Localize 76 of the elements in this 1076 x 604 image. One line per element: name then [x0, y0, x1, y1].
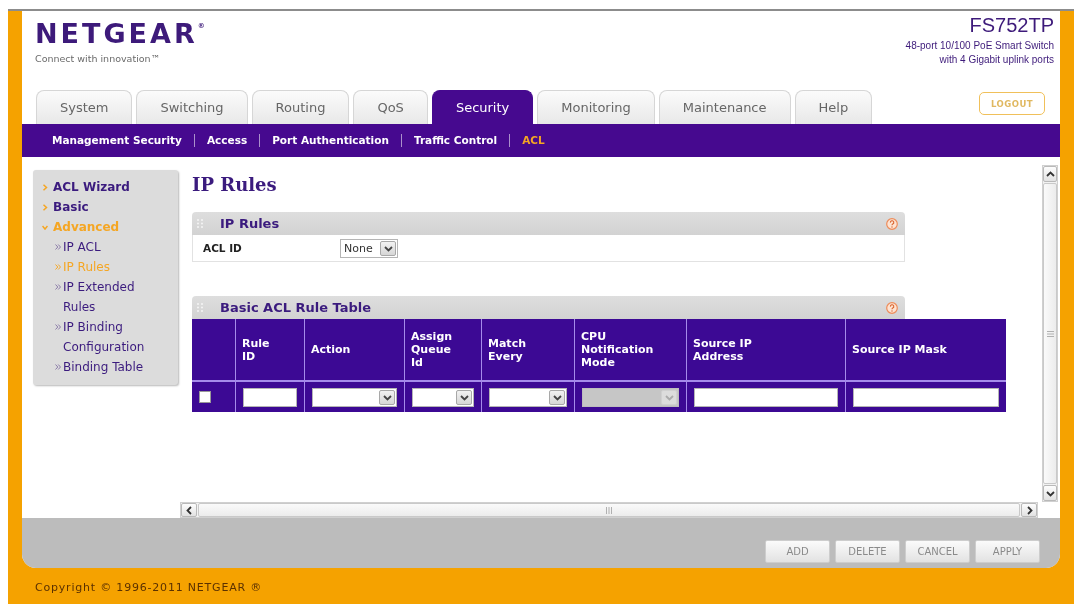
- grip-dots-icon: [197, 303, 203, 312]
- subnav-link[interactable]: ACL: [509, 134, 557, 147]
- nav-tab[interactable]: Maintenance: [658, 90, 791, 124]
- chevron-down-icon: [661, 389, 677, 405]
- field-label: ACL ID: [203, 242, 243, 254]
- scroll-down-button[interactable]: [1043, 485, 1057, 501]
- action-button[interactable]: APPLY: [975, 540, 1040, 563]
- subnav-link[interactable]: Access: [193, 134, 260, 147]
- sidebar-item[interactable]: IP Extended Rules: [33, 277, 158, 317]
- sidebar-item[interactable]: Binding Table: [33, 357, 158, 377]
- action-button[interactable]: DELETE: [835, 540, 900, 563]
- dropdown[interactable]: [489, 387, 567, 407]
- vertical-scrollbar[interactable]: [1042, 165, 1058, 502]
- column-header: Source IP Mask: [845, 319, 1006, 381]
- nav-tab[interactable]: System: [36, 90, 133, 124]
- sidebar-item[interactable]: IP ACL: [33, 237, 158, 257]
- sidebar-item[interactable]: IP Binding Configuration: [33, 317, 158, 357]
- model-name: FS752TP: [969, 13, 1054, 37]
- column-header: Action: [304, 319, 405, 381]
- sidebar-item[interactable]: Basic: [33, 197, 158, 217]
- chevron-left-icon: [184, 505, 194, 515]
- scroll-left-button[interactable]: [181, 503, 197, 517]
- panel-title: Basic ACL Rule Table: [220, 300, 372, 315]
- logo: NETGEAR$^{®}$: [35, 19, 205, 49]
- grip-dots-icon: [197, 219, 203, 228]
- help-icon[interactable]: [886, 301, 898, 314]
- action-button[interactable]: CANCEL: [905, 540, 970, 563]
- column-header: Match Every: [481, 319, 575, 381]
- column-header: Rule ID: [235, 319, 305, 381]
- dropdown[interactable]: None: [340, 238, 398, 258]
- nav-tab[interactable]: Routing: [251, 90, 350, 124]
- dropdown[interactable]: [312, 387, 397, 407]
- subnav-link[interactable]: Traffic Control: [400, 134, 510, 147]
- nav-tab[interactable]: Security: [431, 90, 534, 124]
- nav-tab[interactable]: Help: [794, 90, 873, 124]
- horizontal-scrollbar[interactable]: [180, 502, 1038, 518]
- column-header: Source IP Address: [686, 319, 846, 381]
- double-chevron-icon: [55, 324, 61, 330]
- text-input-field[interactable]: [853, 387, 999, 407]
- scroll-up-button[interactable]: [1043, 166, 1057, 182]
- double-chevron-icon: [55, 244, 61, 250]
- page-title: IP Rules: [192, 174, 278, 196]
- grip-lines-icon: [1046, 330, 1054, 337]
- column-header: CPU Notification Mode: [574, 319, 687, 381]
- tagline: Connect with innovation™: [35, 53, 162, 65]
- scroll-right-button[interactable]: [1021, 503, 1037, 517]
- row-checkbox[interactable]: [199, 391, 211, 403]
- model-description: 48-port 10/100 PoE Smart Switch: [905, 39, 1054, 53]
- scrollbar-thumb[interactable]: [198, 503, 1020, 517]
- action-button[interactable]: ADD: [765, 540, 830, 563]
- double-chevron-icon: [55, 284, 61, 290]
- sidebar-item[interactable]: ACL Wizard: [33, 177, 158, 197]
- text-input-field[interactable]: [694, 387, 838, 407]
- column-header: Assign Queue Id: [404, 319, 482, 381]
- scrollbar-thumb[interactable]: [1043, 183, 1057, 484]
- chevron-down-icon: [380, 240, 396, 256]
- grip-lines-icon: [606, 506, 612, 514]
- copyright-text: Copyright © 1996-2011 NETGEAR ®: [34, 580, 264, 594]
- model-description: with 4 Gigabit uplink ports: [939, 53, 1054, 67]
- nav-tab[interactable]: QoS: [353, 90, 428, 124]
- chevron-down-icon: [379, 389, 395, 405]
- chevron-up-icon: [1045, 169, 1055, 179]
- help-icon[interactable]: [886, 217, 898, 230]
- chevron-down-icon: [456, 389, 472, 405]
- chevron-right-icon: [1024, 505, 1034, 515]
- text-input-field[interactable]: [243, 387, 297, 407]
- dropdown[interactable]: [412, 387, 474, 407]
- nav-tab[interactable]: Switching: [136, 90, 248, 124]
- chevron-down-icon: [549, 389, 565, 405]
- nav-tab[interactable]: Monitoring: [537, 90, 655, 124]
- double-chevron-icon: [55, 364, 61, 370]
- subnav-link[interactable]: Management Security: [40, 134, 194, 147]
- chevron-down-icon: [1045, 488, 1055, 498]
- subnav-link[interactable]: Port Authentication: [259, 134, 401, 147]
- double-chevron-icon: [55, 264, 61, 270]
- panel-title: IP Rules: [220, 216, 280, 231]
